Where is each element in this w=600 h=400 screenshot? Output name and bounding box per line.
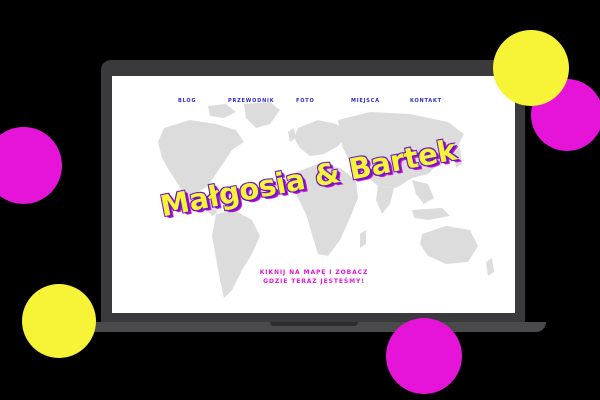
yellow-dot-top-right — [493, 30, 569, 106]
main-nav: BLOG PRZEWODNIK FOTO MIEJSCA KONTAKT — [112, 98, 515, 108]
nav-item-foto[interactable]: FOTO — [296, 98, 315, 104]
nav-item-miejsca[interactable]: MIEJSCA — [351, 98, 380, 104]
nav-item-blog[interactable]: BLOG — [178, 98, 196, 104]
nav-item-kontakt[interactable]: KONTAKT — [410, 98, 442, 104]
map-cta: KIKNIJ NA MAPĘ I ZOBACZ GDZIE TERAZ JEST… — [224, 268, 404, 286]
nav-item-przewodnik[interactable]: PRZEWODNIK — [228, 98, 274, 104]
magenta-dot-bottom — [386, 318, 462, 394]
laptop-screen: BLOG PRZEWODNIK FOTO MIEJSCA KONTAKT Mał… — [112, 76, 515, 313]
yellow-dot-bottom-left — [22, 284, 96, 358]
magenta-dot-left — [0, 127, 62, 204]
cta-line-2: GDZIE TERAZ JESTEŚMY! — [263, 278, 365, 285]
cta-line-1: KIKNIJ NA MAPĘ I ZOBACZ — [259, 269, 369, 276]
laptop-notch — [270, 322, 358, 326]
